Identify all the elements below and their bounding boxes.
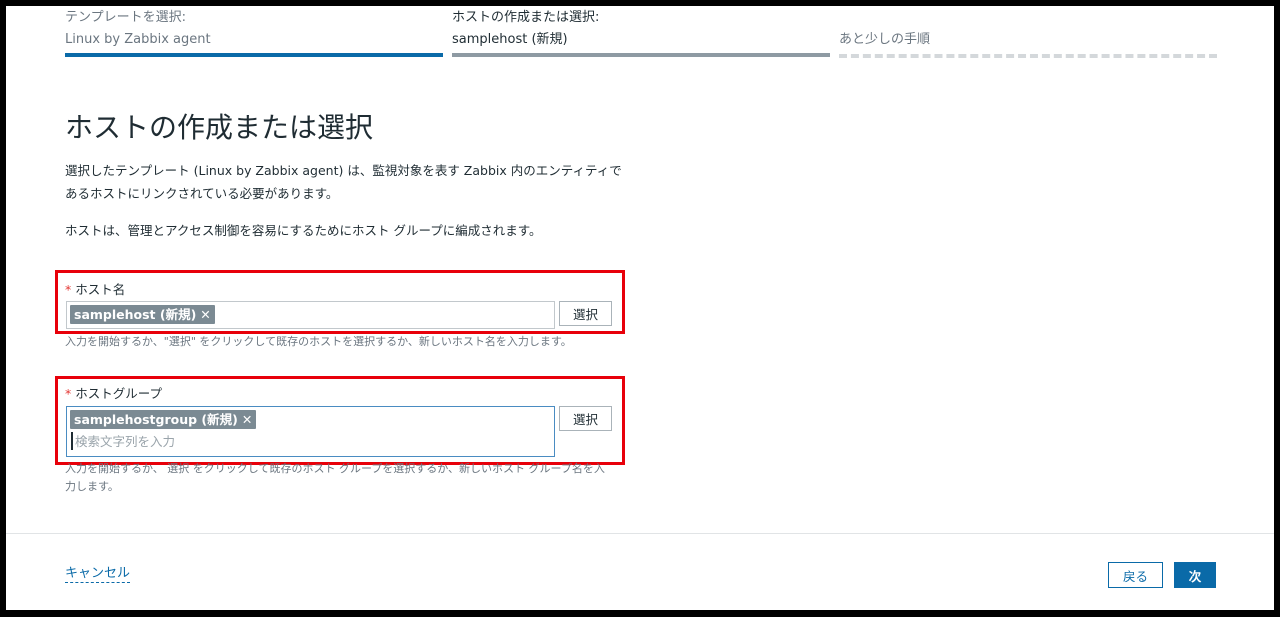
remove-chip-icon[interactable]: ✕	[242, 412, 252, 427]
host-chip-label: samplehost (新規)	[74, 307, 197, 322]
back-button[interactable]: 戻る	[1108, 562, 1163, 588]
step-value: samplehost (新規)	[452, 32, 568, 47]
wizard-window: テンプレートを選択: Linux by Zabbix agent ホストの作成ま…	[6, 6, 1274, 610]
cancel-link[interactable]: キャンセル	[65, 565, 131, 583]
step-progress-bar	[452, 53, 830, 57]
step-progress-bar	[839, 54, 1217, 58]
host-group-hint: 入力を開始するか、 選択 をクリックして既存のホスト グループを選択するか、新し…	[65, 462, 605, 493]
required-mark: *	[65, 386, 72, 401]
host-group-chip-label: samplehostgroup (新規)	[74, 412, 238, 427]
step-create-host[interactable]: ホストの作成または選択: samplehost (新規)	[452, 8, 830, 57]
step-value: Linux by Zabbix agent	[65, 32, 211, 47]
host-group-select-button[interactable]: 選択	[559, 406, 612, 431]
step-progress-bar	[65, 53, 443, 57]
description-text: 選択したテンプレート (Linux by Zabbix agent) は、監視対…	[65, 163, 622, 201]
page-title: ホストの作成または選択	[65, 111, 374, 144]
host-group-chip: samplehostgroup (新規) ✕	[70, 410, 257, 429]
step-remaining: あと少しの手順	[839, 8, 1217, 58]
host-name-label: * ホスト名	[65, 279, 125, 298]
step-label: テンプレートを選択:	[65, 10, 186, 25]
host-chip: samplehost (新規) ✕	[70, 305, 215, 324]
host-name-multiselect[interactable]: samplehost (新規) ✕	[66, 301, 555, 329]
required-mark: *	[65, 282, 72, 297]
step-label: ホストの作成または選択:	[452, 10, 600, 25]
host-group-label: * ホストグループ	[65, 383, 162, 402]
host-group-label-text: ホストグループ	[75, 386, 163, 401]
step-select-template[interactable]: テンプレートを選択: Linux by Zabbix agent	[65, 8, 443, 57]
host-group-multiselect[interactable]: samplehostgroup (新規) ✕	[66, 406, 555, 457]
step-label: あと少しの手順	[839, 32, 931, 47]
footer-divider	[6, 533, 1274, 534]
host-name-hint: 入力を開始するか、"選択" をクリックして既存のホストを選択するか、新しいホスト…	[65, 335, 572, 348]
remove-chip-icon[interactable]: ✕	[200, 307, 210, 322]
host-name-label-text: ホスト名	[75, 282, 126, 297]
description-text-2: ホストは、管理とアクセス制御を容易にするためにホスト グループに編成されます。	[65, 223, 542, 238]
host-group-search-input[interactable]	[71, 432, 545, 450]
next-button[interactable]: 次	[1174, 562, 1216, 588]
host-select-button[interactable]: 選択	[559, 301, 612, 326]
